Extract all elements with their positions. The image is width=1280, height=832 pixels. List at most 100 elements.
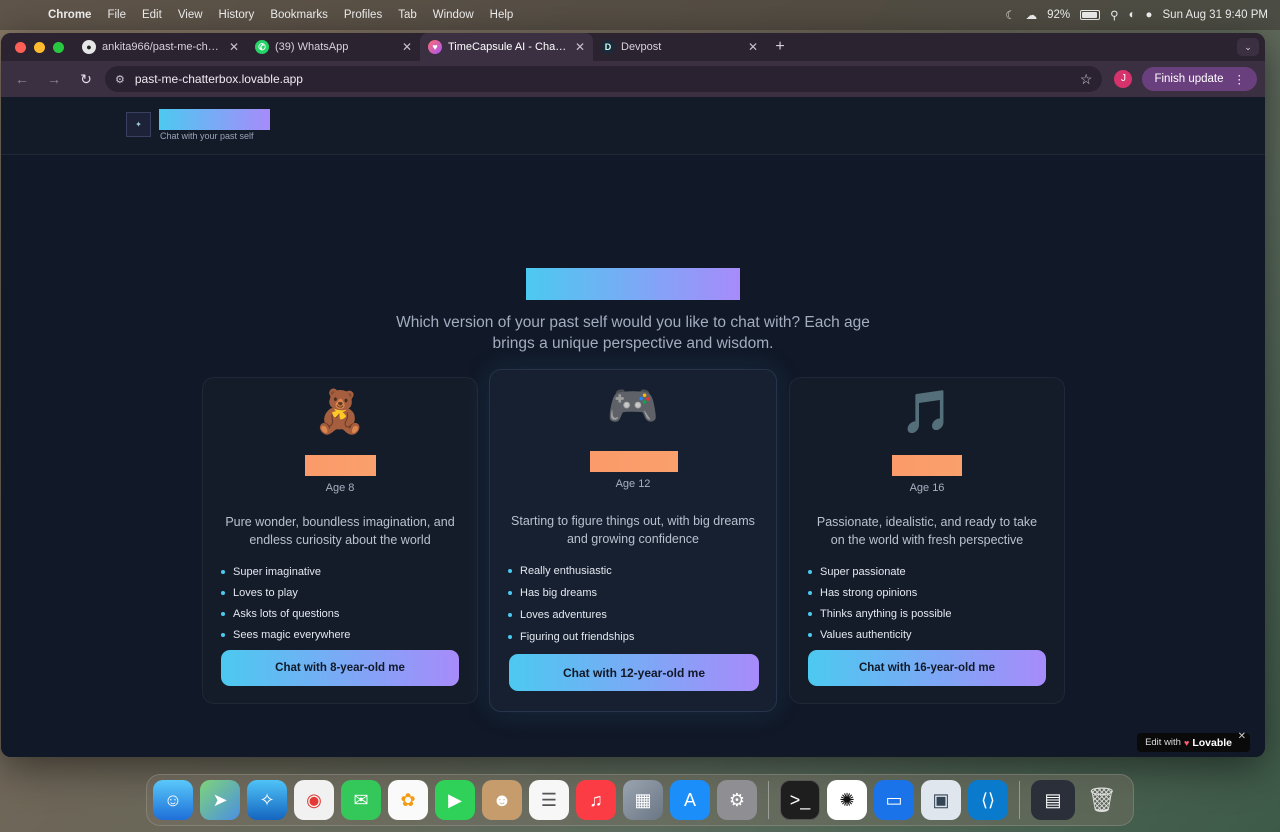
finder-icon[interactable]: ☺ — [153, 780, 193, 820]
close-tab-icon[interactable]: ✕ — [229, 40, 239, 54]
persona-card-age-8: 🧸 Age 8 Pure wonder, boundless imaginati… — [202, 377, 478, 704]
icloud-icon[interactable]: ☁ — [1026, 8, 1038, 22]
tab-title: ankita966/past-me-chatterbox — [102, 41, 223, 53]
messages-icon[interactable]: ✉ — [341, 780, 381, 820]
menubar-clock[interactable]: Sun Aug 31 9:40 PM — [1163, 9, 1269, 21]
menu-file[interactable]: File — [99, 9, 134, 21]
finish-update-button[interactable]: Finish update ⋮ — [1142, 67, 1257, 91]
trait-text: Super passionate — [820, 565, 906, 578]
tab-search-button[interactable]: ⌄ — [1237, 38, 1259, 56]
keynote-icon[interactable]: ▭ — [874, 780, 914, 820]
menu-history[interactable]: History — [211, 9, 263, 21]
trait-text: Super imaginative — [233, 565, 322, 578]
trait-item: Values authenticity — [808, 624, 951, 645]
zoom-window-button[interactable] — [53, 41, 64, 53]
macos-dock: ☺ ➤ ✧ ◉ ✉ ✿ ▶ ☻ ☰ ♫ ▦ A ⚙ >_ ✺ ▭ ▣ ⟨⟩ ▤ … — [146, 774, 1134, 826]
github-icon: ● — [82, 40, 96, 54]
new-tab-button[interactable]: + — [766, 33, 794, 61]
menu-view[interactable]: View — [170, 9, 211, 21]
trait-item: Sees magic everywhere — [221, 624, 350, 645]
chat-12-button[interactable]: Chat with 12-year-old me — [509, 654, 759, 691]
site-header: ✦ Chat with your past self — [1, 97, 1265, 155]
facetime-icon[interactable]: ▶ — [435, 780, 475, 820]
menu-bookmarks[interactable]: Bookmarks — [262, 9, 336, 21]
chatgpt-icon[interactable]: ✺ — [827, 780, 867, 820]
menu-edit[interactable]: Edit — [134, 9, 170, 21]
window-thumbnail[interactable]: ▤ — [1031, 780, 1075, 820]
bullet-dot — [508, 591, 512, 595]
control-center-icon[interactable]: ◐ — [1129, 9, 1136, 21]
menu-app-name[interactable]: Chrome — [40, 9, 99, 21]
persona-age: Age 16 — [909, 482, 945, 494]
persona-age: Age 8 — [325, 482, 355, 494]
close-tab-icon[interactable]: ✕ — [748, 40, 758, 54]
menu-help[interactable]: Help — [482, 9, 522, 21]
close-badge-icon[interactable]: ✕ — [1238, 731, 1246, 742]
forward-button[interactable]: → — [41, 66, 67, 92]
trait-item: Super imaginative — [221, 561, 350, 582]
close-window-button[interactable] — [15, 41, 26, 53]
trait-list: Super passionate Has strong opinions Thi… — [808, 561, 951, 645]
macos-menu-bar: Chrome File Edit View History Bookmarks … — [0, 0, 1280, 30]
siri-icon[interactable]: ● — [1146, 9, 1153, 21]
preview-icon[interactable]: ▣ — [921, 780, 961, 820]
trait-text: Really enthusiastic — [520, 565, 612, 577]
moon-icon[interactable]: ☾ — [1005, 8, 1015, 22]
bullet-dot — [508, 635, 512, 639]
system-settings-icon[interactable]: ⚙ — [717, 780, 757, 820]
site-logo[interactable]: ✦ — [126, 112, 151, 137]
app-store-icon[interactable]: A — [670, 780, 710, 820]
maps-icon[interactable]: ➤ — [200, 780, 240, 820]
page-content: ✦ Chat with your past self Which version… — [1, 97, 1265, 757]
menu-window[interactable]: Window — [425, 9, 482, 21]
tab-whatsapp[interactable]: ✆ (39) WhatsApp ✕ — [247, 33, 420, 61]
photos-icon[interactable]: ✿ — [388, 780, 428, 820]
lovable-heart-icon: ♥ — [1183, 737, 1190, 748]
badge-brand: Lovable — [1192, 736, 1232, 749]
terminal-icon[interactable]: >_ — [780, 780, 820, 820]
spotlight-icon[interactable]: ⚲ — [1110, 8, 1118, 22]
address-bar[interactable]: ⚙ past-me-chatterbox.lovable.app ☆ — [105, 66, 1103, 92]
reload-button[interactable]: ↻ — [73, 66, 99, 92]
contacts-icon[interactable]: ☻ — [482, 780, 522, 820]
minimize-window-button[interactable] — [34, 41, 45, 53]
tab-title: (39) WhatsApp — [275, 41, 349, 53]
trait-item: Super passionate — [808, 561, 951, 582]
bullet-dot — [808, 590, 812, 595]
edit-with-lovable-badge[interactable]: Edit with ♥ Lovable ✕ — [1137, 731, 1250, 752]
lovable-icon: ♥ — [428, 40, 442, 54]
tab-timecapsule[interactable]: ♥ TimeCapsule AI - Chat with Yo ✕ — [420, 33, 593, 61]
profile-avatar[interactable]: J — [1114, 70, 1133, 88]
music-icon[interactable]: ♫ — [576, 780, 616, 820]
trait-item: Has big dreams — [508, 582, 634, 604]
trait-item: Figuring out friendships — [508, 626, 634, 648]
close-tab-icon[interactable]: ✕ — [402, 40, 412, 54]
persona-name-bar — [590, 451, 678, 472]
url-text[interactable]: past-me-chatterbox.lovable.app — [135, 72, 303, 86]
trash-icon[interactable]: 🗑 — [1082, 780, 1122, 820]
chrome-icon[interactable]: ◉ — [294, 780, 334, 820]
trait-text: Loves adventures — [520, 609, 607, 621]
back-button[interactable]: ← — [9, 66, 35, 92]
close-tab-icon[interactable]: ✕ — [575, 40, 585, 54]
bullet-dot — [808, 632, 812, 637]
game-controller-icon: 🎮 — [606, 382, 660, 429]
menubar-status-area: ☾ ☁ 92% ⚲ ◐ ● Sun Aug 31 9:40 PM — [1005, 0, 1268, 30]
hero-title-bar — [526, 268, 740, 300]
tab-devpost[interactable]: D Devpost ✕ — [593, 33, 766, 61]
safari-icon[interactable]: ✧ — [247, 780, 287, 820]
chat-16-button[interactable]: Chat with 16-year-old me — [808, 650, 1046, 686]
bookmark-star-icon[interactable]: ☆ — [1080, 71, 1093, 88]
trait-text: Figuring out friendships — [520, 631, 635, 643]
persona-name-bar — [305, 455, 376, 476]
menu-tab[interactable]: Tab — [390, 9, 425, 21]
launchpad-icon[interactable]: ▦ — [623, 780, 663, 820]
reminders-icon[interactable]: ☰ — [529, 780, 569, 820]
menu-profiles[interactable]: Profiles — [336, 9, 390, 21]
vscode-icon[interactable]: ⟨⟩ — [968, 780, 1008, 820]
site-info-icon[interactable]: ⚙ — [115, 73, 125, 86]
chat-8-button[interactable]: Chat with 8-year-old me — [221, 650, 459, 686]
battery-icon[interactable] — [1080, 10, 1101, 20]
tab-github[interactable]: ● ankita966/past-me-chatterbox ✕ — [74, 33, 247, 61]
tab-strip: ● ankita966/past-me-chatterbox ✕ ✆ (39) … — [1, 33, 1265, 61]
